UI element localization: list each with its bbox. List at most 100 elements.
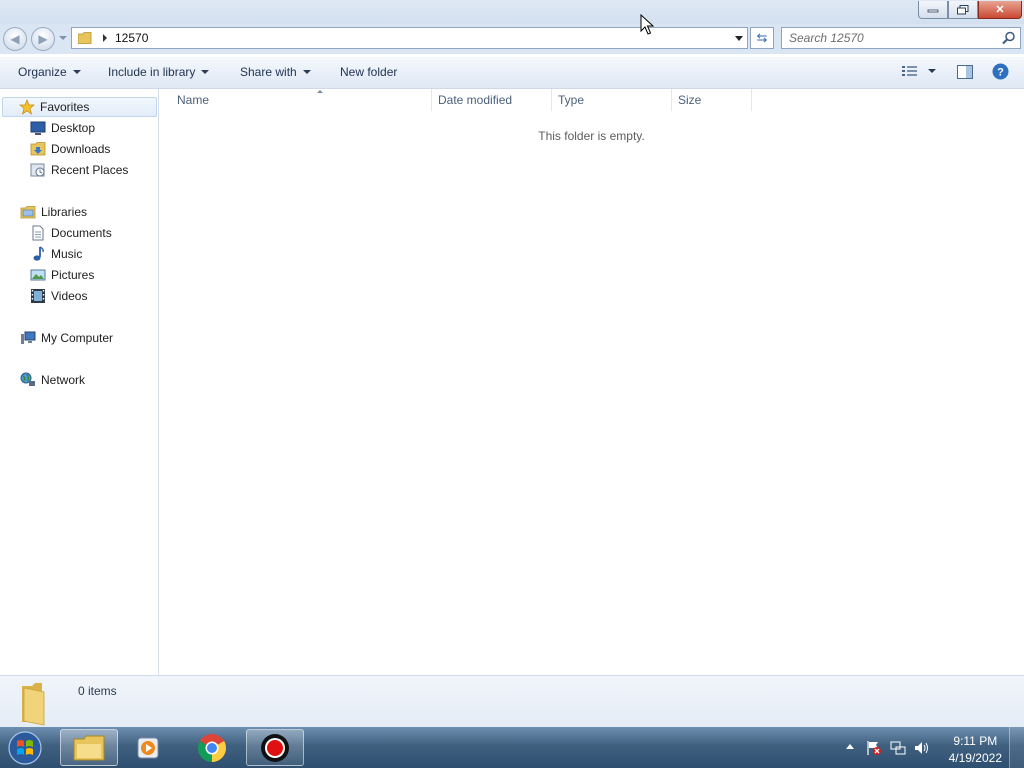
music-note-icon — [33, 246, 44, 261]
record-icon — [261, 733, 289, 762]
taskbar-recorder-button[interactable] — [246, 729, 304, 766]
nav-my-computer-label: My Computer — [41, 331, 114, 345]
column-divider[interactable] — [431, 89, 432, 111]
column-header-type[interactable]: Type — [558, 89, 671, 111]
column-divider[interactable] — [551, 89, 552, 111]
nav-item-label: Desktop — [51, 121, 96, 135]
nav-item-pictures[interactable]: Pictures — [30, 265, 94, 285]
nav-libraries[interactable]: Libraries — [20, 202, 87, 222]
close-icon: ✕ — [995, 4, 1005, 16]
empty-folder-message: This folder is empty. — [538, 129, 645, 143]
system-tray: 9:11 PM 4/19/2022 — [836, 727, 1024, 768]
nav-item-desktop[interactable]: Desktop — [30, 118, 95, 138]
back-button[interactable]: ◀ — [3, 27, 27, 51]
column-header-label: Size — [678, 93, 702, 107]
taskbar-chrome-button[interactable] — [183, 729, 241, 766]
taskbar: 9:11 PM 4/19/2022 — [0, 727, 1024, 768]
nav-item-label: Documents — [51, 226, 112, 240]
view-list-icon — [902, 66, 917, 76]
restore-button[interactable] — [948, 1, 978, 19]
column-header-name[interactable]: Name — [177, 89, 431, 111]
mouse-cursor-icon — [640, 14, 654, 35]
recent-pages-dropdown-icon[interactable] — [59, 36, 67, 40]
preview-pane-icon[interactable] — [957, 65, 973, 79]
nav-favorites[interactable]: Favorites — [2, 97, 157, 117]
file-list[interactable]: Name Date modified Type Size This folder… — [159, 89, 1024, 675]
network-status-icon[interactable] — [890, 740, 906, 756]
address-history-dropdown-icon[interactable] — [735, 36, 743, 41]
folder-large-icon — [22, 683, 45, 726]
media-player-icon — [137, 737, 159, 758]
new-folder-button[interactable]: New folder — [340, 65, 397, 79]
minimize-button[interactable] — [918, 1, 948, 19]
search-input[interactable] — [789, 29, 999, 47]
help-icon[interactable]: ? — [992, 63, 1009, 80]
forward-arrow-icon: ▶ — [38, 32, 48, 46]
show-hidden-icons-icon[interactable] — [846, 744, 854, 749]
nav-item-label: Pictures — [51, 268, 95, 282]
column-divider[interactable] — [751, 89, 752, 111]
nav-item-downloads[interactable]: Downloads — [30, 139, 110, 159]
organize-label: Organize — [18, 65, 67, 79]
chevron-down-icon — [928, 69, 936, 73]
nav-item-recent-places[interactable]: Recent Places — [30, 160, 128, 180]
chrome-icon — [198, 733, 226, 762]
videos-film-icon — [31, 289, 45, 303]
start-button[interactable] — [6, 730, 44, 766]
clock[interactable]: 9:11 PM 4/19/2022 — [949, 733, 1002, 767]
search-box[interactable] — [781, 27, 1021, 49]
svg-text:?: ? — [997, 67, 1004, 79]
sort-ascending-icon — [317, 90, 323, 93]
breadcrumb-current-folder[interactable]: 12570 — [115, 31, 148, 45]
column-header-size[interactable]: Size — [678, 89, 751, 111]
restore-icon — [957, 4, 969, 14]
include-in-library-button[interactable]: Include in library — [108, 65, 210, 79]
clock-time: 9:11 PM — [953, 734, 998, 748]
action-center-flag-icon[interactable] — [866, 740, 882, 756]
title-bar: ✕ — [0, 0, 1024, 24]
navigation-bar: ◀ ▶ 12570 ⇆ — [0, 24, 1024, 54]
close-button[interactable]: ✕ — [978, 1, 1022, 19]
share-with-button[interactable]: Share with — [240, 65, 311, 79]
column-header-label: Name — [177, 93, 210, 107]
refresh-button[interactable]: ⇆ — [750, 27, 774, 49]
clock-date: 4/19/2022 — [948, 751, 1002, 765]
organize-button[interactable]: Organize — [18, 65, 81, 79]
breadcrumb-separator-icon[interactable] — [103, 34, 107, 42]
minimize-icon — [927, 9, 939, 12]
nav-item-label: Music — [51, 247, 83, 261]
pictures-icon — [30, 269, 46, 281]
forward-button[interactable]: ▶ — [31, 27, 55, 51]
new-folder-label: New folder — [340, 65, 398, 79]
nav-my-computer[interactable]: My Computer — [20, 328, 113, 348]
command-bar: Organize Include in library Share with N… — [0, 57, 1024, 89]
taskbar-media-player-button[interactable] — [120, 729, 178, 766]
folder-icon — [78, 32, 92, 44]
column-divider[interactable] — [671, 89, 672, 111]
share-with-label: Share with — [240, 65, 297, 79]
chevron-down-icon — [302, 70, 311, 74]
nav-item-music[interactable]: Music — [30, 244, 82, 264]
taskbar-explorer-button[interactable] — [60, 729, 118, 766]
search-icon[interactable] — [1002, 31, 1016, 45]
nav-item-documents[interactable]: Documents — [30, 223, 112, 243]
recent-places-icon — [30, 163, 45, 177]
nav-item-videos[interactable]: Videos — [30, 286, 87, 306]
navigation-pane: Favorites Desktop Downloads Recent Place… — [0, 89, 159, 675]
file-explorer-icon — [73, 735, 105, 760]
nav-network[interactable]: Network — [20, 370, 85, 390]
network-globe-icon — [20, 372, 35, 386]
chevron-down-icon — [72, 70, 81, 74]
nav-libraries-label: Libraries — [41, 205, 88, 219]
star-icon — [19, 99, 35, 115]
column-header-label: Type — [558, 93, 585, 107]
nav-network-label: Network — [41, 373, 86, 387]
nav-item-label: Videos — [51, 289, 88, 303]
volume-icon[interactable] — [914, 740, 930, 756]
change-view-button[interactable] — [902, 65, 936, 77]
show-desktop-button[interactable] — [1009, 727, 1024, 768]
column-header-date-modified[interactable]: Date modified — [438, 89, 551, 111]
column-header-label: Date modified — [438, 93, 513, 107]
refresh-icon: ⇆ — [756, 30, 768, 45]
item-count: 0 items — [78, 684, 117, 698]
